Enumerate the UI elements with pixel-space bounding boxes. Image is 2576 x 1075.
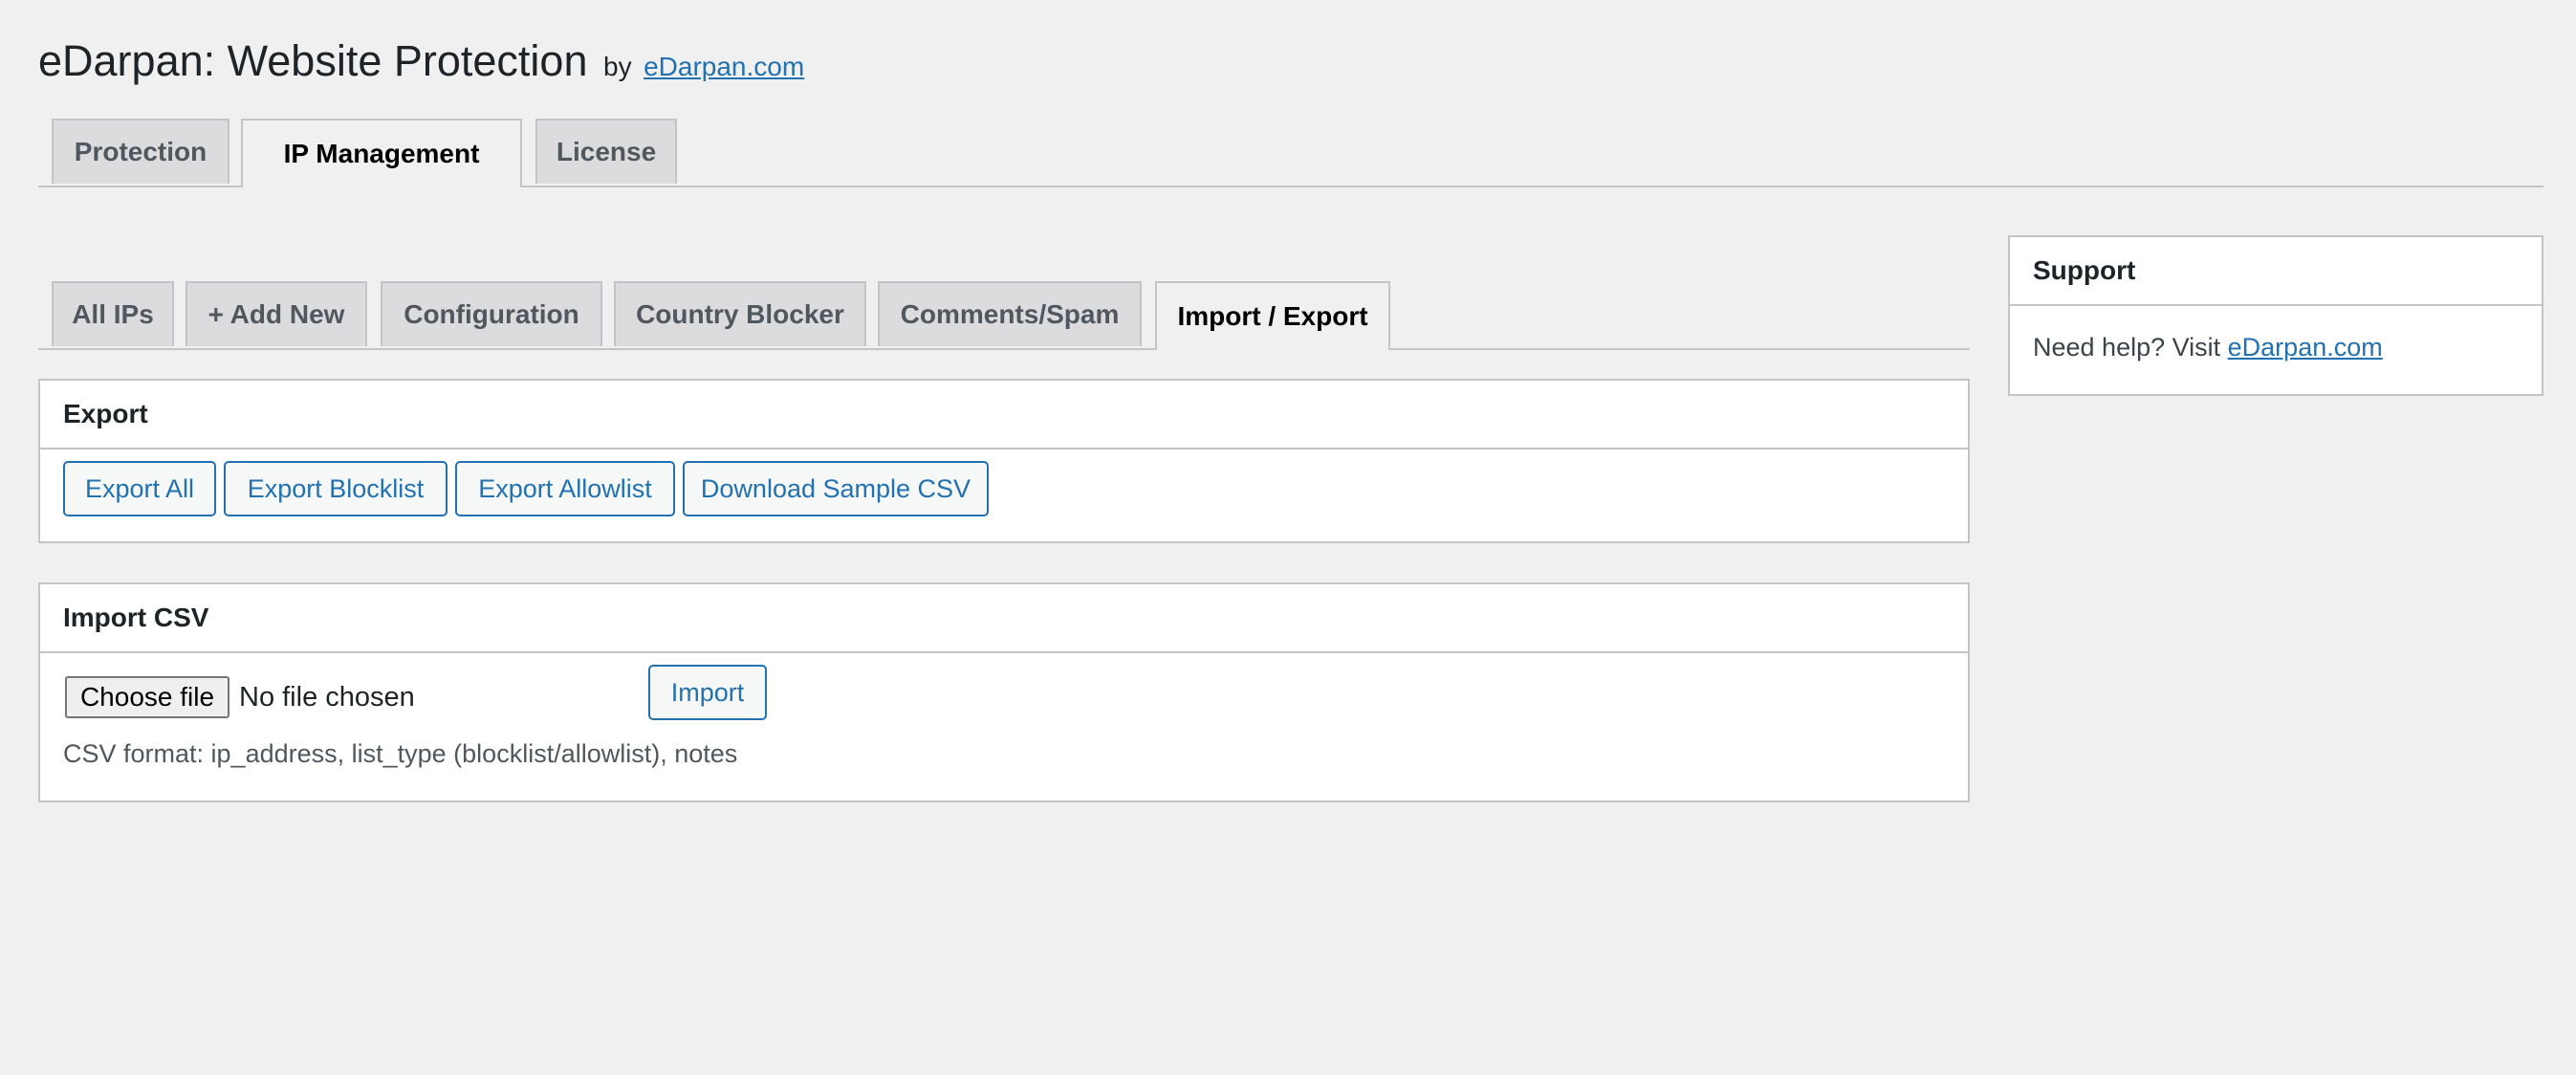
export-heading: Export: [40, 381, 1968, 450]
support-text: Need help? Visit eDarpan.com: [2010, 306, 2542, 362]
export-panel: Export Export All Export Blocklist Expor…: [38, 379, 1970, 543]
page-title: eDarpan: Website Protection by eDarpan.c…: [38, 36, 804, 86]
import-button[interactable]: Import: [648, 665, 767, 720]
subtab-add-new[interactable]: + Add New: [186, 281, 367, 346]
tab-protection[interactable]: Protection: [52, 119, 229, 184]
top-tab-bar: Protection IP Management License: [38, 119, 2543, 187]
subtab-comments-spam[interactable]: Comments/Spam: [878, 281, 1142, 346]
export-blocklist-button[interactable]: Export Blocklist: [224, 461, 448, 516]
export-all-button[interactable]: Export All: [63, 461, 216, 516]
import-body: Choose file No file chosen Import CSV fo…: [40, 653, 1968, 801]
by-label: by: [603, 52, 632, 81]
subtab-import-export[interactable]: Import / Export: [1155, 281, 1390, 350]
vendor-link[interactable]: eDarpan.com: [644, 52, 804, 81]
export-button-row: Export All Export Blocklist Export Allow…: [40, 450, 1968, 541]
support-link[interactable]: eDarpan.com: [2228, 333, 2383, 362]
subtab-configuration[interactable]: Configuration: [381, 281, 602, 346]
support-heading: Support: [2010, 237, 2542, 306]
export-allowlist-button[interactable]: Export Allowlist: [455, 461, 675, 516]
support-text-label: Need help? Visit: [2033, 333, 2221, 362]
download-sample-csv-button[interactable]: Download Sample CSV: [683, 461, 989, 516]
sub-tab-bar: All IPs + Add New Configuration Country …: [38, 281, 1970, 350]
file-status: No file chosen: [239, 682, 415, 713]
support-panel: Support Need help? Visit eDarpan.com: [2008, 235, 2543, 396]
csv-format-note: CSV format: ip_address, list_type (block…: [63, 739, 738, 768]
tab-license[interactable]: License: [535, 119, 677, 184]
import-heading: Import CSV: [40, 584, 1968, 653]
subtab-country-blocker[interactable]: Country Blocker: [614, 281, 866, 346]
tab-ip-management[interactable]: IP Management: [241, 119, 522, 187]
choose-file-button[interactable]: Choose file: [65, 676, 229, 718]
import-panel: Import CSV Choose file No file chosen Im…: [38, 582, 1970, 802]
plugin-title: eDarpan: Website Protection: [38, 36, 588, 85]
subtab-all-ips[interactable]: All IPs: [52, 281, 174, 346]
